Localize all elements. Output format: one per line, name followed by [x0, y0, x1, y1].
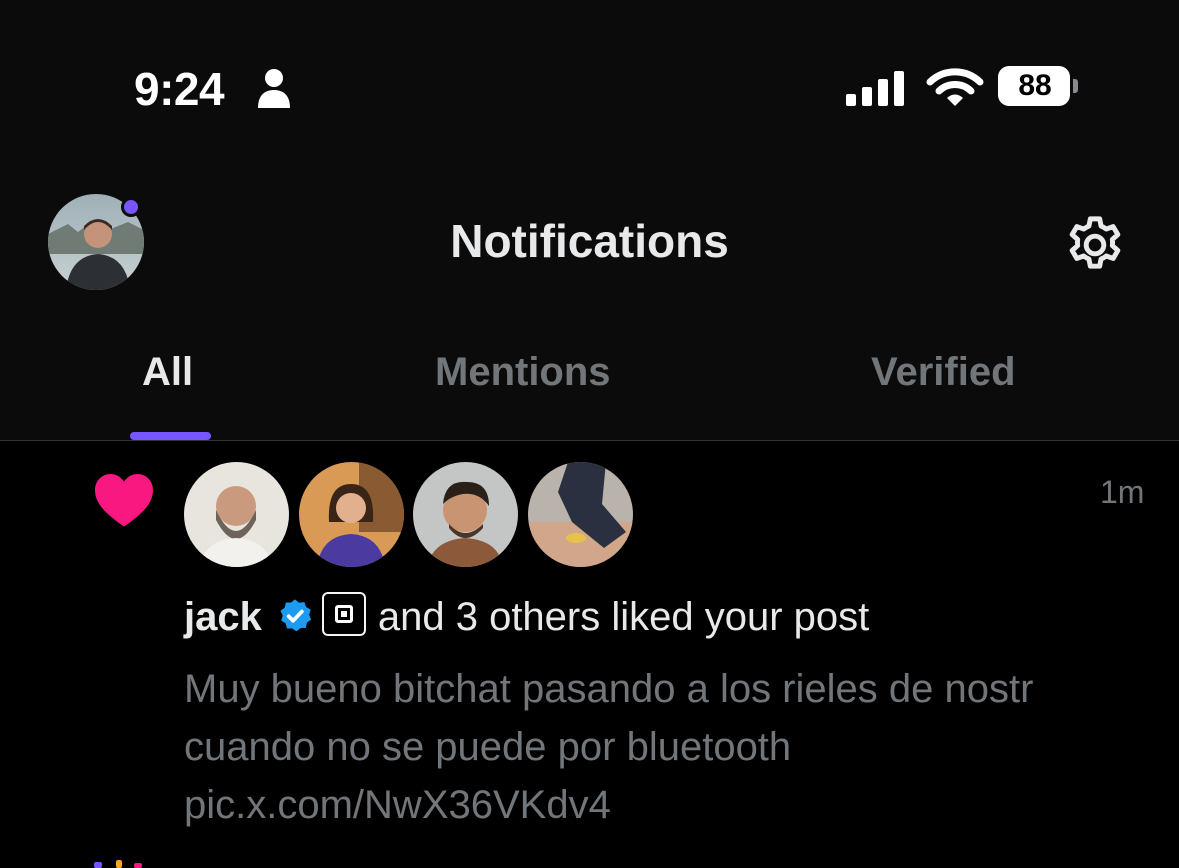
liker-avatar[interactable] [413, 462, 518, 567]
liker-avatar-image [299, 462, 404, 567]
header [0, 150, 1179, 441]
verified-badge-icon [280, 599, 312, 632]
battery-tip [1073, 79, 1078, 93]
cellular-signal-icon [846, 71, 904, 106]
tab-verified[interactable]: Verified [871, 350, 1016, 395]
gear-icon[interactable] [1062, 212, 1128, 278]
heart-icon [95, 473, 153, 527]
tab-mentions[interactable]: Mentions [435, 350, 611, 395]
notification-time: 1m [1100, 474, 1145, 510]
wifi-icon [926, 68, 984, 106]
liker-avatar-image [184, 462, 289, 567]
notification-summary: jack and 3 others liked your post [184, 592, 869, 642]
liker-avatar[interactable] [299, 462, 404, 567]
liker-avatar-image [528, 462, 633, 567]
post-text[interactable]: Muy bueno bitchat pasando a los rieles d… [184, 660, 1159, 834]
summary-text: and 3 others liked your post [377, 595, 870, 639]
battery-percent: 88 [1018, 69, 1052, 102]
affiliate-badge-icon [321, 592, 366, 636]
user-name[interactable]: jack [184, 595, 262, 639]
battery-icon: 88 [998, 66, 1070, 106]
liker-avatar[interactable] [184, 462, 289, 567]
sparkle-icon [94, 860, 142, 868]
active-tab-indicator [130, 432, 211, 440]
page-title: Notifications [450, 215, 729, 267]
person-icon [258, 69, 290, 108]
status-time: 9:24 [134, 63, 225, 115]
tab-all[interactable]: All [142, 350, 193, 395]
liker-avatar-image [413, 462, 518, 567]
liker-avatar[interactable] [528, 462, 633, 567]
